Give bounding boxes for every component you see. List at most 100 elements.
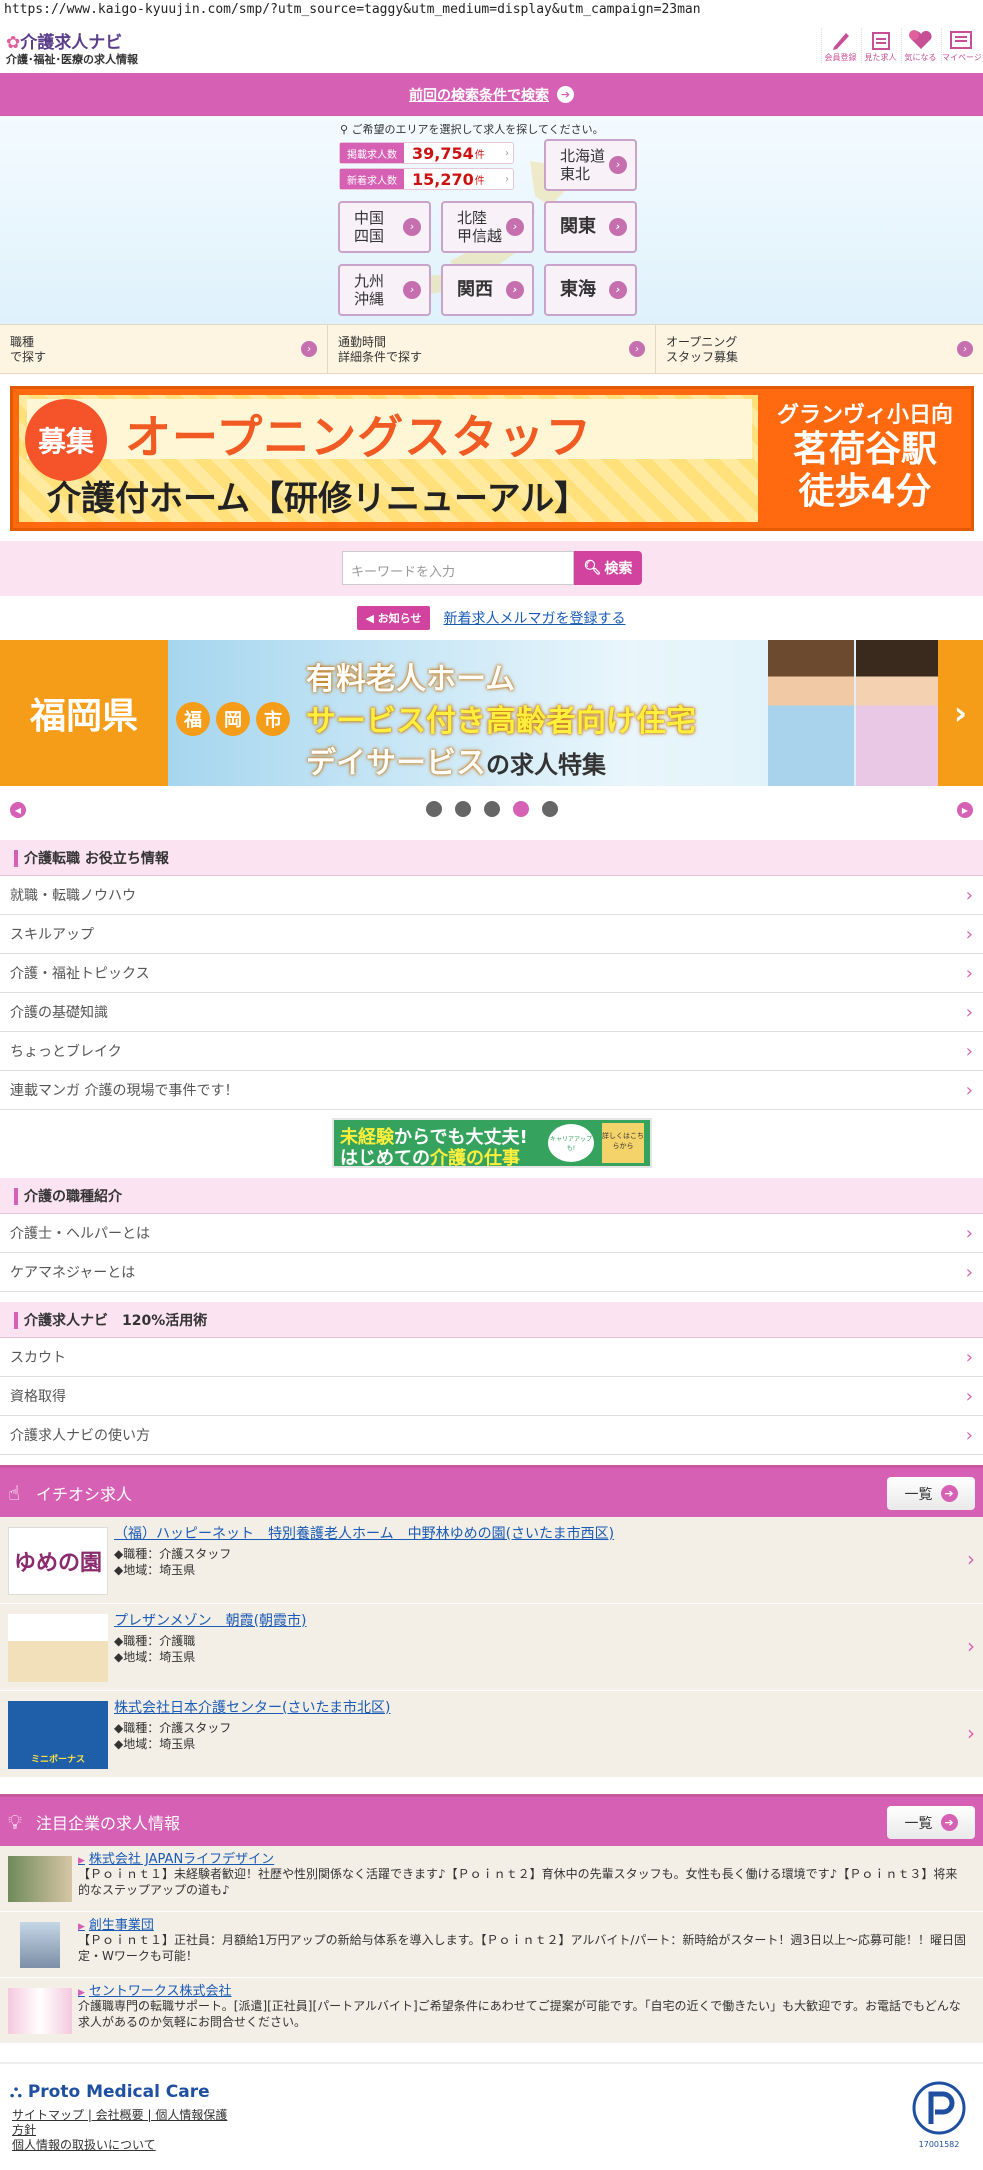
- carousel-dot-active[interactable]: [513, 801, 529, 817]
- favorites-button[interactable]: 気になる: [901, 28, 939, 63]
- list-item-job-knowhow[interactable]: 就職・転職ノウハウ ›: [0, 876, 983, 915]
- section-title-usage: 介護求人ナビ 120%活用術: [0, 1302, 983, 1338]
- privacy-mark: 17001582: [907, 2080, 971, 2150]
- company-item[interactable]: セントワークス株式会社 介護職専門の転職サポート。[派遣][正社員][パートアル…: [0, 1978, 983, 2044]
- url-bar[interactable]: https://www.kaigo-kyuujin.com/smp/?utm_s…: [4, 2, 701, 17]
- list-item-skillup[interactable]: スキルアップ ›: [0, 915, 983, 954]
- chevron-right-icon: ›: [967, 1634, 975, 1658]
- hand-pointer-icon: ☝: [8, 1480, 21, 1505]
- megaphone-icon: ◀: [365, 612, 374, 625]
- arrow-right-icon: ›: [403, 218, 421, 236]
- chevron-right-icon: ›: [967, 1721, 975, 1745]
- pencil-icon: [822, 28, 859, 52]
- company-item[interactable]: 株式会社 JAPANライフデザイン 【Ｐｏｉｎｔ１】未経験者歓迎！社歴や性別関係…: [0, 1846, 983, 1912]
- register-button[interactable]: 会員登録: [821, 28, 859, 63]
- section-title-useful-info: 介護転職 お役立ち情報: [0, 840, 983, 876]
- arrow-right-icon: ›: [403, 281, 421, 299]
- pickup-list-button[interactable]: 一覧 ➔: [887, 1477, 975, 1510]
- carousel-pager: ◀ ▶: [0, 798, 983, 822]
- search-button[interactable]: 🔍︎ 検索: [574, 551, 642, 585]
- list-item-break[interactable]: ちょっとブレイク ›: [0, 1032, 983, 1071]
- pickup-item[interactable]: プレザンメゾン 朝霞(朝霞市) ◆職種：介護職 ◆地域：埼玉県 ›: [0, 1604, 983, 1691]
- region-tokai[interactable]: 東海 ›: [544, 264, 637, 316]
- list-item-manga[interactable]: 連載マンガ 介護の現場で事件です！ ›: [0, 1071, 983, 1110]
- arrow-right-icon: ›: [506, 218, 524, 236]
- logo-subtitle: 介護･福祉･医療の求人情報: [6, 53, 138, 66]
- arrow-right-icon: ›: [609, 281, 627, 299]
- newsletter-link[interactable]: 新着求人メルマガを登録する: [444, 608, 626, 628]
- banner-subheadline: 介護付ホーム【研修リニューアル】: [47, 479, 589, 519]
- carousel-dot[interactable]: [542, 801, 558, 817]
- company-list-button[interactable]: 一覧 ➔: [887, 1806, 975, 1839]
- flower-icon: ✿: [6, 33, 21, 53]
- list-item-topics[interactable]: 介護・福祉トピックス ›: [0, 954, 983, 993]
- facility-logo: ゆめの園: [8, 1527, 108, 1595]
- footer-link-privacy[interactable]: 個人情報の取扱いについて: [12, 2136, 156, 2153]
- facility-banner: ミニボーナス: [8, 1701, 108, 1769]
- list-item-caremanager[interactable]: ケアマネジャーとは ›: [0, 1253, 983, 1292]
- recruit-badge: 募集: [25, 399, 107, 481]
- region-kansai[interactable]: 関西 ›: [441, 264, 534, 316]
- arrow-right-icon: ›: [609, 218, 627, 236]
- facility-photo: [8, 1614, 108, 1682]
- carousel-dot[interactable]: [426, 801, 442, 817]
- opening-staff-banner[interactable]: 募集 オープニングスタッフ 介護付ホーム【研修リニューアル】 グランヴィ小日向 …: [10, 386, 974, 531]
- mypage-button[interactable]: マイページ: [941, 28, 982, 63]
- site-logo[interactable]: ✿介護求人ナビ 介護･福祉･医療の求人情報: [6, 28, 138, 67]
- region-hokuriku-koshinetsu[interactable]: 北陸 甲信越 ›: [441, 201, 534, 253]
- chevron-right-icon: ›: [965, 1040, 973, 1062]
- carousel-dot[interactable]: [455, 801, 471, 817]
- footer-links[interactable]: サイトマップ | 会社概要 | 個人情報保護: [12, 2106, 227, 2123]
- region-hokkaido-tohoku[interactable]: 北海道 東北 ›: [544, 139, 637, 191]
- site-header: ✿介護求人ナビ 介護･福祉･医療の求人情報 会員登録 見た求人 気になる マイペ…: [0, 26, 983, 70]
- beginner-banner[interactable]: 未経験からでも大丈夫! はじめての介護の仕事 キャリアアップも! 詳しくはこちら…: [332, 1118, 652, 1169]
- area-note: ⚲ ご希望のエリアを選択して求人を探してください。: [340, 123, 604, 136]
- company-photo: [8, 1988, 72, 2034]
- carousel-next-button[interactable]: ▶: [957, 802, 973, 818]
- arrow-right-icon: ➔: [940, 1814, 958, 1831]
- section-title-job-types: 介護の職種紹介: [0, 1178, 983, 1214]
- company-item[interactable]: 創生事業団 【Ｐｏｉｎｔ１】正社員：月額給1万円アップの新給与体系を導入します。…: [0, 1912, 983, 1978]
- list-item-helper[interactable]: 介護士・ヘルパーとは ›: [0, 1214, 983, 1253]
- chevron-right-icon: ›: [965, 1222, 973, 1244]
- staff-photo-female: [856, 640, 942, 786]
- carousel-dot[interactable]: [484, 801, 500, 817]
- search-by-job-type[interactable]: 職種 で探す ›: [0, 325, 328, 373]
- list-item-scout[interactable]: スカウト ›: [0, 1338, 983, 1377]
- carousel-prev-button[interactable]: ◀: [10, 802, 26, 818]
- previous-search-button[interactable]: 前回の検索条件で検索 ➔: [0, 73, 983, 116]
- arrow-right-icon: ➔: [557, 86, 574, 103]
- region-kyushu-okinawa[interactable]: 九州 沖縄 ›: [338, 264, 431, 316]
- banner-station: 茗荷谷駅: [792, 429, 937, 470]
- viewed-jobs-button[interactable]: 見た求人: [861, 28, 899, 63]
- search-options-bar: 職種 で探す › 通勤時間 詳細条件で探す › オープニング スタッフ募集 ›: [0, 324, 983, 374]
- keyword-input[interactable]: キーワードを入力: [342, 551, 574, 585]
- arrow-right-icon: ➔: [940, 1485, 958, 1502]
- list-item-license[interactable]: 資格取得 ›: [0, 1377, 983, 1416]
- chevron-right-icon: ›: [965, 1001, 973, 1023]
- notice-row: ◀ お知らせ 新着求人メルマガを登録する: [0, 603, 983, 633]
- chevron-right-icon: ›: [505, 173, 509, 185]
- feature-carousel[interactable]: 福岡県 福 岡 市 有料老人ホーム サービス付き高齢者向け住宅 デイサービスの求…: [0, 640, 983, 786]
- search-by-commute[interactable]: 通勤時間 詳細条件で探す ›: [328, 325, 656, 373]
- footer-brand[interactable]: ⛬ Proto Medical Care: [10, 2082, 210, 2102]
- pmc-logo-icon: ⛬: [10, 2082, 22, 2102]
- carousel-next[interactable]: ›: [938, 640, 983, 786]
- region-chugoku-shikoku[interactable]: 中国 四国 ›: [338, 201, 431, 253]
- carousel-slide[interactable]: 福 岡 市 有料老人ホーム サービス付き高齢者向け住宅 デイサービスの求人特集: [168, 640, 942, 786]
- banner-walk: 徒歩4分: [798, 471, 932, 512]
- arrow-right-icon: ›: [301, 341, 317, 357]
- list-item-howto[interactable]: 介護求人ナビの使い方 ›: [0, 1416, 983, 1455]
- banner-place: グランヴィ小日向: [776, 403, 953, 428]
- pickup-item[interactable]: ミニボーナス 株式会社日本介護センター(さいたま市北区) ◆職種：介護スタッフ …: [0, 1691, 983, 1778]
- arrow-right-icon: ›: [506, 281, 524, 299]
- list-item-basics[interactable]: 介護の基礎知識 ›: [0, 993, 983, 1032]
- area-search: ⚲ ご希望のエリアを選択して求人を探してください。 掲載求人数 39,754 件 › …: [0, 116, 983, 324]
- pickup-item[interactable]: ゆめの園 （福）ハッピーネット 特別養護老人ホーム 中野林ゆめの園(さいたま市西…: [0, 1517, 983, 1604]
- pickup-header: ☝ イチオシ求人 一覧 ➔: [0, 1465, 983, 1517]
- pin-icon: ⚲: [340, 123, 349, 136]
- company-header: 💡︎ 注目企業の求人情報 一覧 ➔: [0, 1794, 983, 1846]
- company-photo: [20, 1922, 60, 1968]
- region-kanto[interactable]: 関東 ›: [544, 201, 637, 253]
- opening-staff-search[interactable]: オープニング スタッフ募集 ›: [656, 325, 983, 373]
